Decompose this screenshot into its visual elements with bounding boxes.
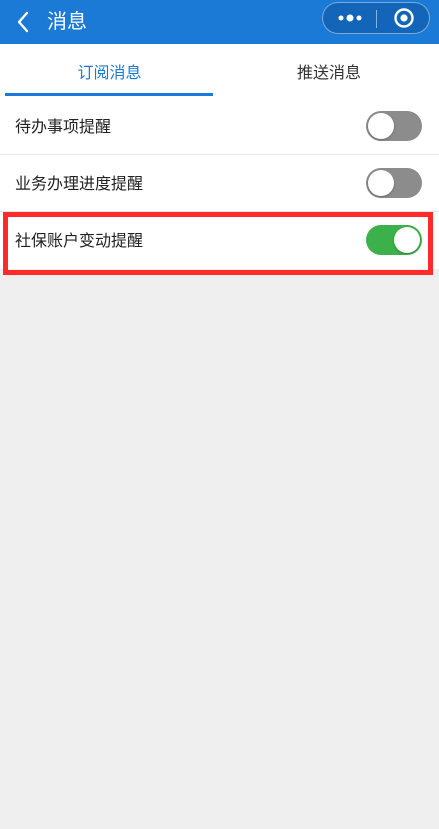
back-button[interactable] — [10, 8, 36, 36]
setting-label: 社保账户变动提醒 — [15, 231, 144, 250]
tab-subscribed-messages[interactable]: 订阅消息 — [0, 44, 219, 98]
close-button[interactable] — [377, 3, 430, 33]
target-circle-icon — [393, 8, 414, 28]
toggle-knob — [394, 227, 420, 253]
setting-label: 待办事项提醒 — [15, 117, 112, 136]
toggle-switch[interactable] — [366, 225, 422, 255]
empty-content-area — [0, 270, 439, 829]
setting-row-progress-reminder: 业务办理进度提醒 — [0, 155, 439, 212]
chevron-left-icon — [17, 11, 29, 33]
setting-row-account-change-reminder: 社保账户变动提醒 — [0, 212, 439, 269]
active-tab-indicator — [5, 93, 213, 96]
toggle-knob — [368, 170, 394, 196]
top-nav-bar: 消息 — [0, 0, 439, 44]
toggle-switch[interactable] — [366, 111, 422, 141]
setting-label: 业务办理进度提醒 — [15, 174, 144, 193]
toggle-switch[interactable] — [366, 168, 422, 198]
tab-push-messages[interactable]: 推送消息 — [219, 44, 439, 98]
mini-program-capsule — [322, 2, 430, 34]
setting-row-todo-reminder: 待办事项提醒 — [0, 98, 439, 155]
more-button[interactable] — [323, 3, 376, 33]
settings-list: 待办事项提醒 业务办理进度提醒 社保账户变动提醒 — [0, 98, 439, 269]
more-dots-icon — [338, 14, 361, 22]
toggle-knob — [368, 113, 394, 139]
page-title: 消息 — [47, 9, 87, 33]
tab-bar: 订阅消息 推送消息 — [0, 44, 439, 99]
